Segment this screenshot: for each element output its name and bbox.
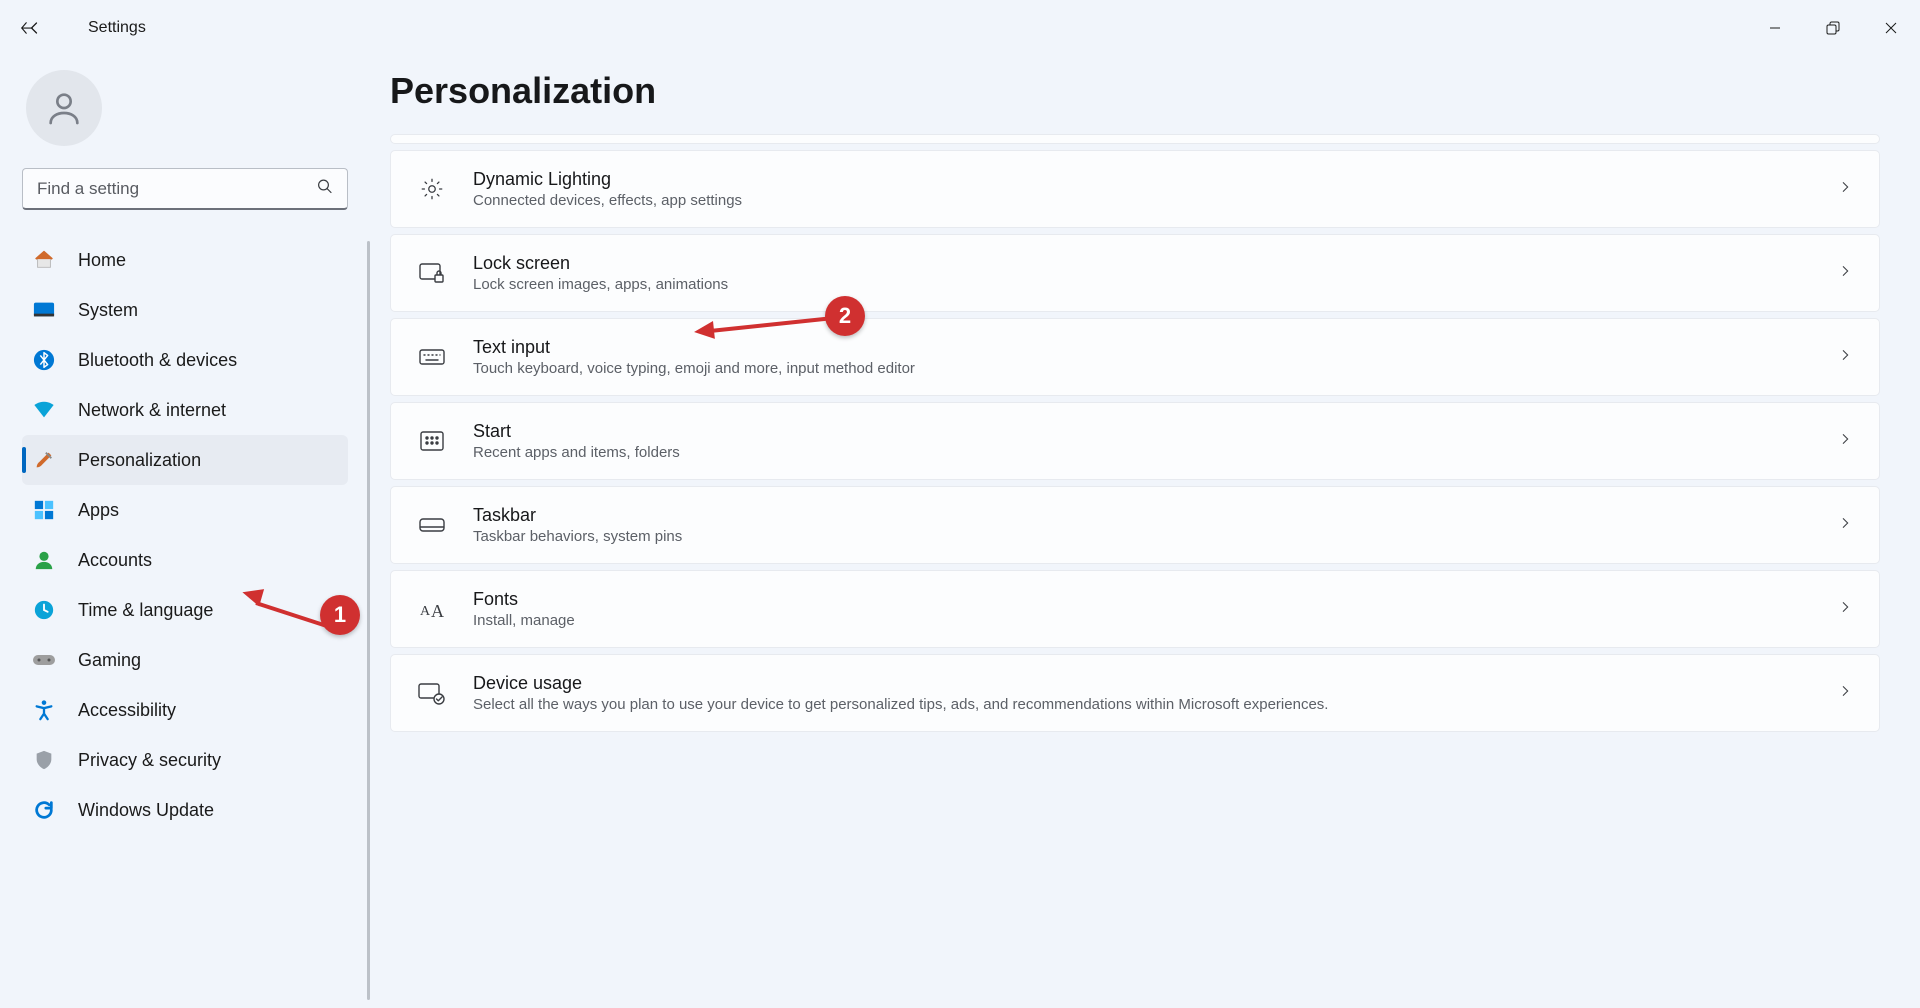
chevron-right-icon bbox=[1821, 431, 1853, 452]
chevron-right-icon bbox=[1821, 179, 1853, 200]
card-subtitle: Taskbar behaviors, system pins bbox=[473, 528, 1821, 545]
card-text-input[interactable]: Text input Touch keyboard, voice typing,… bbox=[390, 318, 1880, 396]
nav-label: Network & internet bbox=[78, 400, 226, 421]
gamepad-icon bbox=[32, 648, 56, 672]
system-icon bbox=[32, 298, 56, 322]
card-subtitle: Connected devices, effects, app settings bbox=[473, 192, 1821, 209]
maximize-button[interactable] bbox=[1804, 4, 1862, 52]
nav-item-update[interactable]: Windows Update bbox=[22, 785, 348, 835]
window-controls bbox=[1746, 4, 1920, 52]
minimize-button[interactable] bbox=[1746, 4, 1804, 52]
chevron-right-icon bbox=[1821, 263, 1853, 284]
dynamic-lighting-icon bbox=[417, 174, 447, 204]
nav-label: Accessibility bbox=[78, 700, 176, 721]
main-content: Personalization Dynamic Lighting Connect… bbox=[370, 56, 1920, 1008]
card-dynamic-lighting[interactable]: Dynamic Lighting Connected devices, effe… bbox=[390, 150, 1880, 228]
card-title: Lock screen bbox=[473, 253, 1821, 274]
app-title: Settings bbox=[88, 19, 146, 37]
card-title: Taskbar bbox=[473, 505, 1821, 526]
card-title: Text input bbox=[473, 337, 1821, 358]
nav-item-privacy[interactable]: Privacy & security bbox=[22, 735, 348, 785]
card-title: Fonts bbox=[473, 589, 1821, 610]
back-button[interactable] bbox=[24, 8, 64, 48]
nav-item-bluetooth[interactable]: Bluetooth & devices bbox=[22, 335, 348, 385]
card-subtitle: Lock screen images, apps, animations bbox=[473, 276, 1821, 293]
bluetooth-icon bbox=[32, 348, 56, 372]
card-taskbar[interactable]: Taskbar Taskbar behaviors, system pins bbox=[390, 486, 1880, 564]
title-bar: Settings bbox=[0, 0, 1920, 56]
card-subtitle: Install, manage bbox=[473, 612, 1821, 629]
fonts-icon: AA bbox=[417, 594, 447, 624]
nav-item-personalization[interactable]: Personalization bbox=[22, 435, 348, 485]
chevron-right-icon bbox=[1821, 683, 1853, 704]
chevron-right-icon bbox=[1821, 347, 1853, 368]
page-title: Personalization bbox=[390, 70, 1880, 112]
nav-label: Personalization bbox=[78, 450, 201, 471]
wifi-icon bbox=[32, 398, 56, 422]
nav-item-accounts[interactable]: Accounts bbox=[22, 535, 348, 585]
lock-screen-icon bbox=[417, 258, 447, 288]
sidebar-scrollbar[interactable] bbox=[367, 241, 370, 1000]
clock-globe-icon bbox=[32, 598, 56, 622]
sidebar: Home System Bluetooth & devices Network … bbox=[0, 56, 370, 1008]
nav-label: Privacy & security bbox=[78, 750, 221, 771]
nav-label: Time & language bbox=[78, 600, 213, 621]
nav-item-home[interactable]: Home bbox=[22, 235, 348, 285]
user-avatar[interactable] bbox=[26, 70, 102, 146]
accessibility-icon bbox=[32, 698, 56, 722]
user-icon bbox=[44, 88, 84, 128]
card-title: Dynamic Lighting bbox=[473, 169, 1821, 190]
apps-icon bbox=[32, 498, 56, 522]
nav-item-time[interactable]: Time & language bbox=[22, 585, 348, 635]
nav-label: Bluetooth & devices bbox=[78, 350, 237, 371]
keyboard-icon bbox=[417, 342, 447, 372]
home-icon bbox=[32, 248, 56, 272]
nav-item-network[interactable]: Network & internet bbox=[22, 385, 348, 435]
card-lock-screen[interactable]: Lock screen Lock screen images, apps, an… bbox=[390, 234, 1880, 312]
search-field[interactable] bbox=[22, 168, 348, 210]
nav-list: Home System Bluetooth & devices Network … bbox=[22, 234, 348, 835]
card-peek-previous[interactable] bbox=[390, 134, 1880, 144]
nav-label: System bbox=[78, 300, 138, 321]
svg-text:A: A bbox=[431, 601, 444, 620]
nav-item-gaming[interactable]: Gaming bbox=[22, 635, 348, 685]
card-subtitle: Touch keyboard, voice typing, emoji and … bbox=[473, 360, 1821, 377]
start-icon bbox=[417, 426, 447, 456]
update-icon bbox=[32, 798, 56, 822]
card-title: Start bbox=[473, 421, 1821, 442]
device-usage-icon bbox=[417, 678, 447, 708]
nav-label: Accounts bbox=[78, 550, 152, 571]
nav-item-apps[interactable]: Apps bbox=[22, 485, 348, 535]
chevron-right-icon bbox=[1821, 599, 1853, 620]
card-subtitle: Recent apps and items, folders bbox=[473, 444, 1821, 461]
nav-label: Gaming bbox=[78, 650, 141, 671]
taskbar-icon bbox=[417, 510, 447, 540]
card-device-usage[interactable]: Device usage Select all the ways you pla… bbox=[390, 654, 1880, 732]
card-start[interactable]: Start Recent apps and items, folders bbox=[390, 402, 1880, 480]
nav-label: Apps bbox=[78, 500, 119, 521]
card-fonts[interactable]: AA Fonts Install, manage bbox=[390, 570, 1880, 648]
chevron-right-icon bbox=[1821, 515, 1853, 536]
close-button[interactable] bbox=[1862, 4, 1920, 52]
search-input[interactable] bbox=[22, 168, 348, 210]
paintbrush-icon bbox=[32, 448, 56, 472]
card-subtitle: Select all the ways you plan to use your… bbox=[473, 696, 1821, 713]
nav-item-system[interactable]: System bbox=[22, 285, 348, 335]
nav-item-accessibility[interactable]: Accessibility bbox=[22, 685, 348, 735]
svg-text:A: A bbox=[420, 604, 431, 619]
accounts-icon bbox=[32, 548, 56, 572]
shield-icon bbox=[32, 748, 56, 772]
nav-label: Windows Update bbox=[78, 800, 214, 821]
nav-label: Home bbox=[78, 250, 126, 271]
card-title: Device usage bbox=[473, 673, 1821, 694]
search-icon bbox=[316, 178, 334, 201]
